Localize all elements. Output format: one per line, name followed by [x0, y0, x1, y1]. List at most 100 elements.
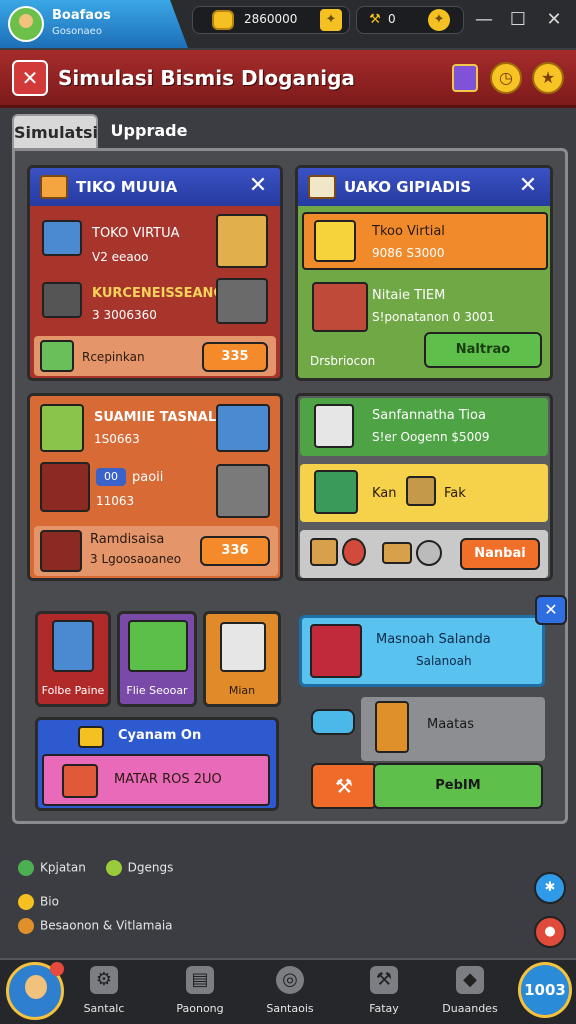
action-button[interactable]: Naltrao: [424, 332, 542, 368]
market-icon: [40, 404, 84, 452]
nav-label: Santalc: [83, 1002, 125, 1015]
tile-label: Folbe Paine: [41, 684, 105, 697]
status-c: Bio: [40, 894, 59, 909]
nav-item-fatay[interactable]: ⚒ Fatay: [344, 966, 424, 1015]
footer-sub: 3 Lgoosaoaneo: [90, 552, 182, 566]
status-b: Dgengs: [127, 860, 174, 875]
tile-flie[interactable]: Flie Seooar: [117, 611, 197, 707]
item-a: Kan: [372, 486, 397, 501]
vending-icon: [52, 620, 94, 672]
nav-label: Paonong: [176, 1002, 224, 1015]
gold-icon: [18, 894, 34, 910]
counter-icon: [40, 462, 90, 512]
box-icon: [308, 175, 336, 199]
stall-icon: [216, 404, 270, 452]
truck-icon: [40, 175, 68, 199]
bottom-nav: ⚙ Santalc ▤ Paonong ◎ Santaois ⚒ Fatay ◆…: [0, 958, 576, 1024]
speed-button[interactable]: 1003: [518, 962, 572, 1018]
coupon-icon: [78, 726, 104, 748]
tab-upgrade[interactable]: Upprade: [104, 114, 194, 148]
shop-name: Tkoo Virtial: [372, 224, 445, 239]
promo-title: Cyanam On: [118, 728, 202, 743]
maximize-button[interactable]: ☐: [504, 8, 532, 32]
tile-mian[interactable]: Mian: [203, 611, 281, 707]
gold-bar-icon: [212, 10, 234, 30]
shop-card-toko: TIKO MUUIA ✕ TOKO VIRTUA V2 eeaoo KURCEN…: [27, 165, 283, 381]
desk-icon: [40, 530, 82, 572]
confirm-button[interactable]: PebIM: [373, 763, 543, 809]
item-name: paoii: [132, 470, 164, 485]
box-icon: [310, 538, 338, 566]
message-line2: Salanoah: [416, 654, 472, 668]
tag-icon: [105, 860, 122, 876]
footer-label: Rcepinkan: [82, 350, 145, 364]
left-action-button[interactable]: ⚒: [311, 763, 377, 809]
boxes-icon: [216, 214, 268, 268]
basket-icon: [406, 476, 436, 506]
status-a: Kpjatan: [40, 860, 86, 875]
add-gems-icon[interactable]: ✦: [428, 9, 450, 31]
profile-tab[interactable]: Boafaos Gosonaeo: [0, 0, 188, 48]
close-icon[interactable]: ✕: [514, 172, 542, 200]
mushroom-icon: [342, 538, 366, 566]
wrench-icon: ⚒: [370, 966, 398, 994]
shop-income: V2 eeaoo: [92, 250, 149, 264]
shop-name: SUAMIIE TASNAL: [94, 410, 217, 425]
shop-income: 9086 S3000: [372, 246, 445, 260]
footer-label: Ramdisaisa: [90, 532, 165, 547]
star-button[interactable]: ★: [532, 62, 564, 94]
add-coins-icon[interactable]: ✦: [320, 9, 342, 31]
top-bar: Boafaos Gosonaeo 2860000 ✦ ⚒ 0 ✦ — ☐ ✕: [0, 0, 576, 48]
status-line: Bio: [18, 894, 59, 910]
gem-amount: 0: [388, 12, 396, 26]
card-header: TIKO MUUIA ✕: [30, 168, 280, 206]
buy-button[interactable]: 336: [200, 536, 270, 566]
tile-label: Flie Seooar: [126, 684, 188, 697]
footer-label: Drsbriocon: [310, 354, 376, 368]
alert-float-button[interactable]: ●: [534, 916, 566, 948]
promo-panel: Cyanam On MATAR ROS 2UO: [35, 717, 279, 811]
shop-card-uako: UAKO GIPIADIS ✕ Tkoo Virtial 9086 S3000 …: [295, 165, 553, 381]
cart-icon: [128, 620, 188, 672]
nav-item-santalc[interactable]: ⚙ Santalc: [64, 966, 144, 1015]
page-title: Simulasi Bismis Dloganiga: [58, 66, 355, 90]
profile-subtitle: Gosonaeo: [52, 26, 102, 37]
message-close-button[interactable]: ✕: [535, 595, 567, 625]
nav-label: Fatay: [369, 1002, 399, 1015]
box-icon: [18, 918, 34, 934]
level-badge: 00: [96, 468, 126, 486]
settings-float-button[interactable]: ✱: [534, 872, 566, 904]
shelf-icon: [375, 701, 409, 753]
upgrade-name: KURCENEISSEANG: [92, 286, 225, 301]
register-icon: [42, 282, 82, 318]
nav-item-paonong[interactable]: ▤ Paonong: [160, 966, 240, 1015]
close-window-button[interactable]: ✕: [540, 8, 568, 32]
nav-item-santaois[interactable]: ◎ Santaois: [250, 966, 330, 1015]
clipboard-icon: ▤: [186, 966, 214, 994]
clock-button[interactable]: ◷: [490, 62, 522, 94]
promo-button-label: MATAR ROS 2UO: [114, 772, 222, 787]
store-shelf-icon: [42, 220, 82, 256]
card-title: TIKO MUUIA: [76, 178, 178, 196]
avatar[interactable]: [8, 6, 44, 42]
close-icon[interactable]: ✕: [244, 172, 272, 200]
tile-folbe[interactable]: Folbe Paine: [35, 611, 111, 707]
card-title: UAKO GIPIADIS: [344, 178, 472, 196]
message-line1: Masnoah Salanda: [376, 632, 491, 647]
machine-icon: [216, 278, 268, 324]
card-header: UAKO GIPIADIS ✕: [298, 168, 550, 206]
minimize-button[interactable]: —: [470, 8, 498, 32]
title-bar: ✕ Simulasi Bismis Dloganiga ◷ ★: [0, 50, 576, 108]
gift-icon[interactable]: [452, 64, 478, 92]
tab-simulasi[interactable]: Simulatsi: [12, 114, 98, 148]
item-sub: 11063: [96, 494, 135, 508]
action-button[interactable]: Nanbai: [460, 538, 540, 570]
nav-label: Santaois: [266, 1002, 314, 1015]
cog-icon: ◎: [276, 966, 304, 994]
tile-label: Mian: [228, 684, 256, 697]
buy-button[interactable]: 335: [202, 342, 268, 372]
item-sub: S!ponatanon 0 3001: [372, 310, 495, 324]
nav-item-duaandes[interactable]: ◆ Duaandes: [430, 966, 510, 1015]
shop-name: TOKO VIRTUA: [92, 226, 180, 241]
coin-icon: [416, 540, 442, 566]
